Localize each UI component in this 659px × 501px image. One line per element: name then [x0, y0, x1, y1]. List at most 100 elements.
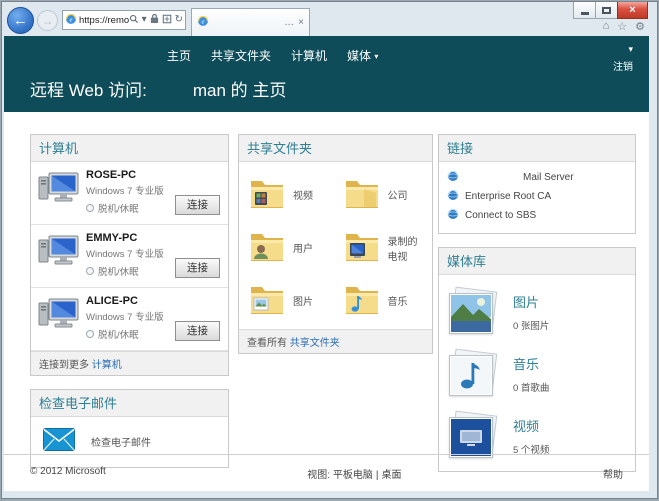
company-folder-icon: [344, 177, 380, 212]
nav-media[interactable]: 媒体 ▾: [347, 47, 378, 64]
svg-text:e: e: [202, 19, 205, 26]
refresh-icon[interactable]: ↻: [175, 15, 183, 25]
folder-company[interactable]: 公司: [336, 168, 431, 221]
pictures-folder-icon: [249, 283, 285, 318]
link-label: Mail Server: [523, 172, 574, 183]
back-button[interactable]: ←: [7, 7, 34, 34]
check-email-link[interactable]: 检查电子邮件: [91, 434, 151, 449]
media-library-section-title: 媒体库: [439, 248, 635, 275]
connect-button[interactable]: 连接: [175, 321, 220, 341]
folder-label: 视频: [293, 191, 313, 202]
search-icon[interactable]: [129, 14, 139, 27]
shared-folders-section: 共享文件夹 视频 公司 用户 录制的电视 图片 音乐 查看所有 共享文件夹: [238, 134, 433, 354]
folder-users[interactable]: 用户: [241, 221, 336, 274]
copyright-text: © 2012 Microsoft: [30, 466, 106, 477]
folder-videos[interactable]: 视频: [241, 168, 336, 221]
tools-gear-icon[interactable]: ⚙: [635, 20, 645, 33]
computer-row-alice[interactable]: ALICE-PC Windows 7 专业版 脱机/休眠 连接: [31, 288, 228, 351]
videos-folder-icon: [249, 177, 285, 212]
music-folder-icon: [344, 283, 380, 318]
help-link[interactable]: 帮助: [603, 466, 623, 481]
computer-os: Windows 7 专业版: [86, 249, 164, 260]
shared-folders-section-title: 共享文件夹: [239, 135, 432, 162]
minimize-icon: [580, 12, 589, 15]
connect-button[interactable]: 连接: [175, 195, 220, 215]
view-tablet-link[interactable]: 平板电脑: [333, 470, 373, 481]
computer-name: ALICE-PC: [86, 295, 138, 307]
maximize-button[interactable]: [595, 2, 618, 19]
more-computers-link[interactable]: 计算机: [92, 360, 122, 371]
site-header: 主页 共享文件夹 计算机 媒体 ▾ ▾ 注销 远程 Web 访问: man 的 主…: [4, 36, 649, 112]
page-title-user: man 的 主页: [192, 81, 287, 100]
computer-row-rose[interactable]: ROSE-PC Windows 7 专业版 脱机/休眠 连接: [31, 162, 228, 225]
view-label: 视图:: [307, 470, 331, 481]
folder-label: 音乐: [387, 297, 408, 308]
view-desktop-link[interactable]: 桌面: [381, 470, 401, 481]
folder-music[interactable]: 音乐: [336, 274, 431, 327]
browser-chrome: ← → e https://remote. ▾: [2, 2, 657, 36]
signout-link[interactable]: 注销: [613, 58, 633, 73]
email-envelope-icon: [43, 428, 75, 454]
globe-icon: [447, 170, 459, 185]
media-count: 0 张图片: [513, 321, 550, 332]
media-title[interactable]: 图片: [513, 292, 549, 311]
computers-section: 计算机 ROSE-PC Windows 7 专业版 脱机/休眠 连接 EMMY-…: [30, 134, 229, 376]
page-title-prefix: 远程 Web 访问:: [30, 81, 147, 100]
computer-os: Windows 7 专业版: [86, 312, 164, 323]
link-row-enterprise-root-ca[interactable]: Enterprise Root CA: [439, 187, 635, 206]
favorites-star-icon[interactable]: ☆: [617, 20, 627, 33]
computer-icon: [37, 295, 81, 341]
page-footer: © 2012 Microsoft 视图: 平板电脑 | 桌面 帮助: [4, 454, 649, 491]
close-button[interactable]: ×: [617, 2, 648, 19]
media-row-pictures[interactable]: 图片 0 张图片: [439, 281, 635, 343]
check-email-section-title: 检查电子邮件: [31, 390, 228, 417]
tab-ie-icon: e: [197, 15, 209, 30]
media-row-music[interactable]: 音乐 0 首歌曲: [439, 343, 635, 405]
page-title: 远程 Web 访问: man 的 主页: [30, 76, 286, 101]
users-folder-icon: [249, 230, 285, 265]
computer-row-emmy[interactable]: EMMY-PC Windows 7 专业版 脱机/休眠 连接: [31, 225, 228, 288]
media-title[interactable]: 视频: [513, 416, 549, 435]
nav-computers[interactable]: 计算机: [291, 47, 327, 64]
offline-status-icon: [86, 330, 94, 338]
all-shared-folders-link[interactable]: 共享文件夹: [290, 338, 340, 349]
folder-pictures[interactable]: 图片: [241, 274, 336, 327]
search-dropdown-icon[interactable]: ▾: [142, 15, 147, 25]
forward-button[interactable]: →: [37, 10, 58, 31]
folder-label: 用户: [293, 244, 313, 255]
folder-recorded-tv[interactable]: 录制的电视: [336, 221, 431, 274]
computer-status: 脱机/休眠: [98, 330, 139, 341]
link-row-mail-server[interactable]: Mail Server: [439, 168, 635, 187]
browser-window: ← → e https://remote. ▾: [1, 1, 658, 499]
connect-more-text: 连接到更多: [39, 360, 89, 371]
user-menu-chevron-icon[interactable]: ▾: [613, 44, 633, 55]
links-section-title: 链接: [439, 135, 635, 162]
link-label: Enterprise Root CA: [465, 191, 552, 202]
maximize-icon: [602, 6, 611, 14]
minimize-button[interactable]: [573, 2, 596, 19]
media-count: 0 首歌曲: [513, 383, 550, 394]
tab-close-icon[interactable]: ×: [298, 17, 304, 28]
folder-label: 图片: [293, 297, 313, 308]
offline-status-icon: [86, 267, 94, 275]
browser-tab[interactable]: e … ×: [191, 8, 310, 36]
links-section: 链接 Mail Server Enterprise Root CA Connec…: [438, 134, 636, 234]
home-icon[interactable]: ⌂: [603, 20, 610, 33]
link-label: Connect to SBS: [465, 210, 537, 221]
view-separator: |: [375, 470, 379, 481]
compatibility-view-icon[interactable]: [162, 14, 172, 27]
url-text[interactable]: https://remote.: [79, 15, 129, 26]
page-viewport: 主页 共享文件夹 计算机 媒体 ▾ ▾ 注销 远程 Web 访问: man 的 主…: [4, 36, 649, 491]
address-bar[interactable]: e https://remote. ▾: [62, 10, 186, 30]
connect-button[interactable]: 连接: [175, 258, 220, 278]
nav-shared-folders[interactable]: 共享文件夹: [211, 47, 271, 64]
pictures-library-icon: [449, 286, 498, 335]
lock-icon: [150, 13, 159, 27]
computer-status: 脱机/休眠: [98, 204, 139, 215]
media-title[interactable]: 音乐: [513, 354, 549, 373]
tab-title-ellipsis: …: [284, 17, 295, 28]
nav-home[interactable]: 主页: [167, 47, 191, 64]
link-row-connect-to-sbs[interactable]: Connect to SBS: [439, 206, 635, 225]
computer-name: EMMY-PC: [86, 232, 138, 244]
music-library-icon: [449, 348, 498, 397]
